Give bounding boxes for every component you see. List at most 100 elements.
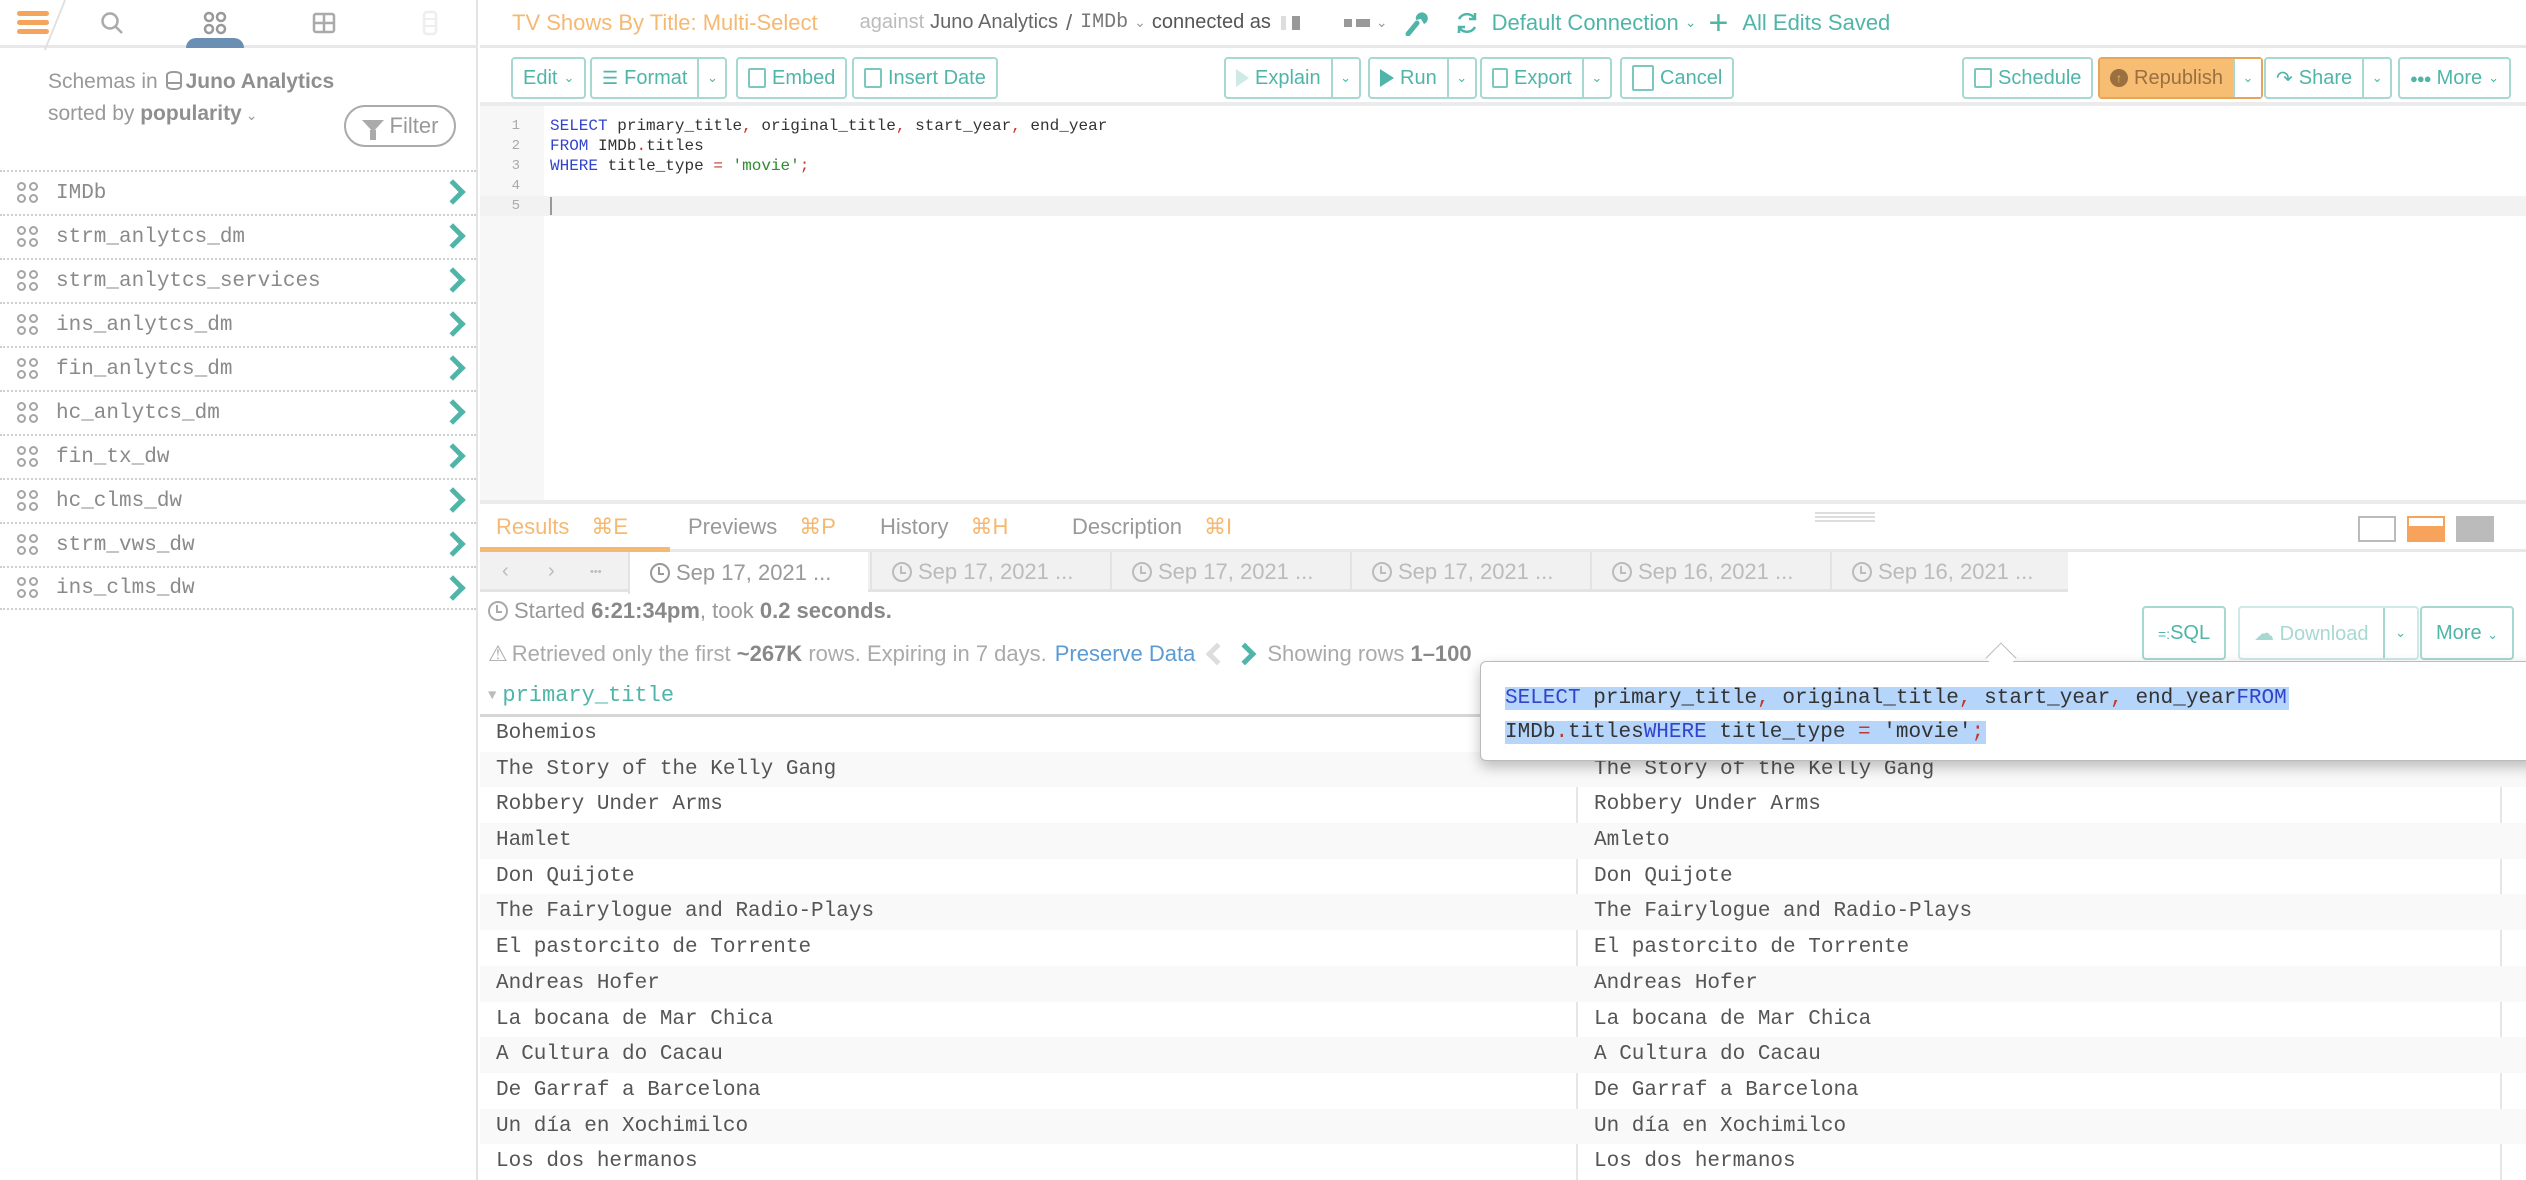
- republish-dropdown[interactable]: ⌄: [2232, 59, 2261, 97]
- run-dropdown[interactable]: ⌄: [1446, 59, 1475, 97]
- table-row[interactable]: Un día en Xochimilco Un día en Xochimilco: [480, 1108, 2526, 1145]
- code-line[interactable]: 4: [480, 176, 2526, 196]
- chevron-right-icon[interactable]: [440, 267, 466, 293]
- history-tab[interactable]: Sep 16, 2021 ...: [1830, 552, 2070, 592]
- code-line-active[interactable]: 5: [480, 196, 2526, 216]
- tab-search[interactable]: [82, 0, 142, 45]
- history-tab[interactable]: Sep 16, 2021 ...: [1590, 552, 1830, 592]
- history-tab[interactable]: Sep 17, 2021 ...: [870, 552, 1110, 592]
- column-header-primary-title[interactable]: ▼ primary_title: [488, 683, 674, 708]
- table-row[interactable]: De Garraf a Barcelona De Garraf a Barcelo…: [480, 1073, 2526, 1109]
- clock-icon: [1132, 562, 1152, 582]
- chevron-down-icon[interactable]: ⌄: [1134, 14, 1146, 31]
- tab-columns[interactable]: [400, 0, 460, 45]
- layout-results-only-button[interactable]: [2456, 516, 2494, 542]
- export-button[interactable]: Export ⌄: [1480, 57, 1612, 99]
- schema-item[interactable]: hc_anlytcs_dm: [0, 390, 476, 434]
- code-line[interactable]: 3 WHERE title_type = 'movie';: [480, 156, 2526, 176]
- share-dropdown[interactable]: ⌄: [2362, 59, 2390, 97]
- history-more-button[interactable]: •••: [590, 566, 602, 578]
- schema-item[interactable]: ins_clms_dw: [0, 566, 476, 610]
- schema-item[interactable]: strm_anlytcs_services: [0, 258, 476, 302]
- chevron-right-icon[interactable]: [440, 443, 466, 469]
- view-sql-button[interactable]: =:SQL: [2142, 606, 2227, 660]
- preserve-data-link[interactable]: Preserve Data: [1055, 641, 1196, 667]
- schema-item[interactable]: strm_anlytcs_dm: [0, 214, 476, 258]
- chevron-right-icon[interactable]: [440, 179, 466, 205]
- schema-selector[interactable]: IMDb: [1080, 11, 1128, 34]
- chevron-down-icon[interactable]: ⌄: [1685, 14, 1697, 31]
- schema-item[interactable]: strm_vws_dw: [0, 522, 476, 566]
- add-icon[interactable]: +: [1708, 6, 1728, 40]
- edit-menu-button[interactable]: Edit ⌄: [511, 57, 587, 99]
- table-row[interactable]: La bocana de Mar Chica La bocana de Mar C…: [480, 1002, 2526, 1038]
- explain-dropdown[interactable]: ⌄: [1330, 59, 1359, 97]
- table-row[interactable]: Los dos hermanos Los dos hermanos: [480, 1144, 2526, 1180]
- run-button[interactable]: Run ⌄: [1368, 57, 1477, 99]
- history-tab[interactable]: Sep 17, 2021 ...: [628, 552, 868, 594]
- data-source-name[interactable]: Juno Analytics: [930, 11, 1058, 34]
- table-row[interactable]: El pastorcito de Torrente El pastorcito d…: [480, 930, 2526, 966]
- code-text: IMDb.titles: [598, 137, 704, 155]
- tab-description[interactable]: Description ⌘I: [1072, 514, 1232, 540]
- code-line[interactable]: 1 SELECT primary_title, original_title, …: [480, 116, 2526, 136]
- refresh-icon[interactable]: [1454, 10, 1480, 36]
- format-dropdown[interactable]: ⌄: [697, 59, 725, 97]
- embed-button[interactable]: Embed: [736, 57, 848, 99]
- republish-button[interactable]: ↑ Republish ⌄: [2098, 57, 2263, 99]
- cancel-button[interactable]: Cancel: [1620, 57, 1735, 99]
- schedule-button[interactable]: Schedule: [1962, 57, 2094, 99]
- history-tab[interactable]: Sep 17, 2021 ...: [1350, 552, 1590, 592]
- table-row[interactable]: Don Quijote Don Quijote: [480, 859, 2526, 895]
- wrench-icon[interactable]: [1404, 10, 1428, 36]
- sql-editor[interactable]: 1 SELECT primary_title, original_title, …: [480, 106, 2526, 500]
- next-page-icon[interactable]: [1234, 642, 1257, 666]
- popover-sql-text[interactable]: SELECT primary_title, original_title, st…: [1505, 682, 2289, 750]
- run-info: Started 6:21:34pm, took 0.2 seconds.: [488, 598, 892, 624]
- filter-button[interactable]: Filter: [344, 105, 456, 147]
- table-row[interactable]: Robbery Under Arms Robbery Under Arms: [480, 787, 2526, 823]
- insert-date-button[interactable]: Insert Date: [852, 57, 998, 99]
- table-row[interactable]: Hamlet Amleto: [480, 823, 2526, 859]
- chevron-right-icon[interactable]: [440, 531, 466, 557]
- export-dropdown[interactable]: ⌄: [1581, 59, 1610, 97]
- schema-item[interactable]: IMDb: [0, 170, 476, 214]
- sort-icon[interactable]: ▼: [488, 688, 496, 704]
- layout-editor-only-button[interactable]: [2358, 516, 2396, 542]
- results-more-button[interactable]: More ⌄: [2420, 606, 2515, 660]
- schema-item[interactable]: fin_tx_dw: [0, 434, 476, 478]
- schema-item[interactable]: ins_anlytcs_dm: [0, 302, 476, 346]
- sort-selector[interactable]: sorted by popularity ⌄: [48, 98, 334, 131]
- resize-handle[interactable]: [1815, 512, 1875, 522]
- chevron-right-icon[interactable]: [440, 311, 466, 337]
- table-row[interactable]: A Cultura do Cacau A Cultura do Cacau: [480, 1037, 2526, 1073]
- schema-item[interactable]: fin_anlytcs_dm: [0, 346, 476, 390]
- tab-history[interactable]: History ⌘H: [880, 514, 1008, 540]
- tab-tables[interactable]: [294, 0, 354, 45]
- chevron-right-icon[interactable]: [440, 487, 466, 513]
- chevron-right-icon[interactable]: [440, 399, 466, 425]
- chevron-right-icon[interactable]: [440, 575, 466, 601]
- schema-item[interactable]: hc_clms_dw: [0, 478, 476, 522]
- table-row[interactable]: Andreas Hofer Andreas Hofer: [480, 965, 2526, 1002]
- layout-split-button[interactable]: [2407, 516, 2445, 542]
- tab-results[interactable]: Results ⌘E: [496, 514, 628, 540]
- history-tab[interactable]: Sep 17, 2021 ...: [1110, 552, 1350, 592]
- tab-previews[interactable]: Previews ⌘P: [688, 514, 836, 540]
- connection-selector[interactable]: Default Connection: [1492, 10, 1679, 36]
- previous-page-icon[interactable]: [1206, 642, 1229, 666]
- explain-button[interactable]: Explain ⌄: [1224, 57, 1361, 99]
- table-row[interactable]: The Fairylogue and Radio-Plays The Fairyl…: [480, 894, 2526, 931]
- download-dropdown[interactable]: ⌄: [2382, 608, 2417, 658]
- code-line[interactable]: 2 FROM IMDb.titles: [480, 136, 2526, 156]
- share-button[interactable]: ↷ Share ⌄: [2264, 57, 2393, 99]
- history-next-button[interactable]: ›: [548, 560, 555, 583]
- report-title[interactable]: TV Shows By Title: Multi-Select: [512, 10, 818, 36]
- history-prev-button[interactable]: ‹: [502, 560, 509, 583]
- chevron-right-icon[interactable]: [440, 223, 466, 249]
- chevron-down-icon[interactable]: ⌄: [1376, 14, 1388, 31]
- download-button[interactable]: ☁ Download ⌄: [2238, 606, 2419, 660]
- format-button[interactable]: ☰ Format ⌄: [590, 57, 728, 99]
- more-button[interactable]: ●●● More ⌄: [2398, 57, 2512, 99]
- chevron-right-icon[interactable]: [440, 355, 466, 381]
